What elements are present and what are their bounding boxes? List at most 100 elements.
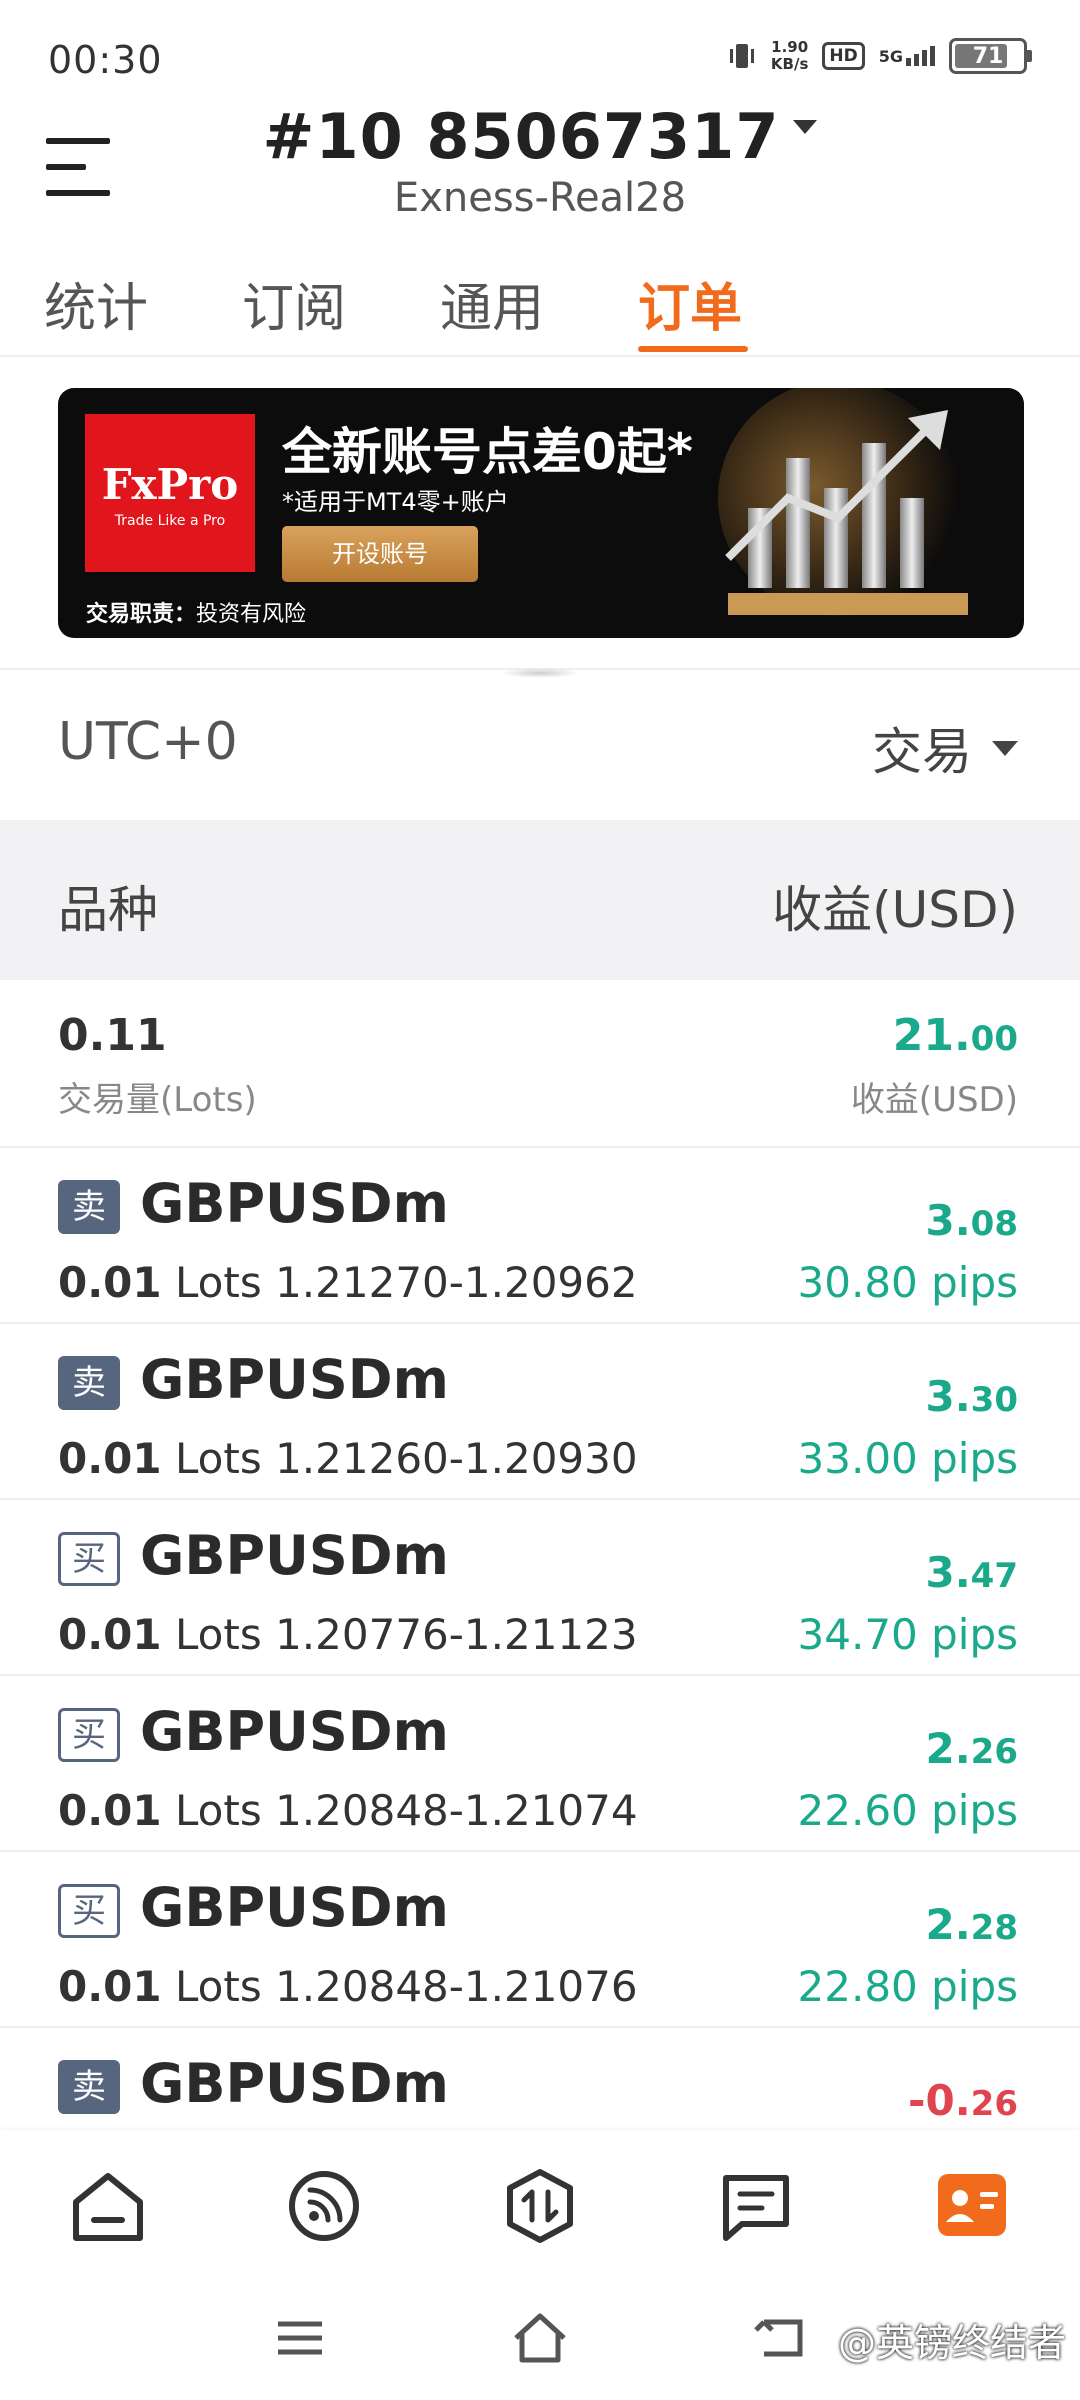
risk-text: 投资有风险 [196,602,307,627]
status-time: 00:30 [48,38,163,82]
order-profit-dec: 30 [970,1380,1018,1420]
order-profit: 2.28 [925,1900,1018,1949]
order-profit: 3.47 [925,1548,1018,1597]
buy-badge: 买 [58,1532,120,1586]
order-lots: 0.01 [58,1258,162,1307]
order-unit: Lots [175,1610,262,1659]
order-symbol: GBPUSDm [140,1348,449,1411]
order-unit: Lots [175,1962,262,2011]
order-pips: 30.80 pips [797,1258,1018,1307]
order-row[interactable]: 卖 GBPUSDm 0.01 Lots 1.21270-1.20962 3.08… [0,1148,1080,1324]
order-pips: 22.60 pips [797,1786,1018,1835]
order-symbol: GBPUSDm [140,1876,449,1939]
order-row[interactable]: 买 GBPUSDm 0.01 Lots 1.20848-1.21074 2.26… [0,1676,1080,1852]
net-speed: 1.90 KB/s [771,39,808,73]
order-details: 0.01 Lots 1.21270-1.20962 [58,1258,638,1307]
order-prices: 1.20848-1.21076 [275,1962,638,2011]
total-profit-int: 21. [892,1010,971,1061]
brand-tagline: Trade Like a Pro [114,513,226,529]
signal-icon: 5G [879,46,935,66]
order-type-dropdown[interactable]: 交易 [872,712,1018,784]
order-symbol: GBPUSDm [140,1524,449,1587]
bottom-nav [0,2130,1080,2280]
table-header: 品种 收益(USD) [0,820,1080,980]
account-server: Exness-Real28 [393,175,687,221]
net-speed-value: 1.90 [771,38,809,56]
order-profit: 3.30 [925,1372,1018,1421]
sell-badge: 卖 [58,1180,120,1234]
order-profit-dec: 26 [970,2084,1018,2124]
system-home-icon[interactable] [510,2308,570,2368]
order-pips: 22.80 pips [797,1962,1018,2011]
status-icons: 1.90 KB/s HD 5G 71 [727,38,1032,74]
order-symbol: GBPUSDm [140,2052,449,2115]
order-details: 0.01 Lots 1.21260-1.20930 [58,1434,638,1483]
profile-card-icon[interactable] [932,2166,1012,2246]
tab-general[interactable]: 通用 [440,266,544,341]
order-profit-dec: 08 [970,1204,1018,1244]
order-symbol: GBPUSDm [140,1700,449,1763]
active-tab-indicator [638,346,748,352]
order-profit-int: 2. [925,1724,971,1773]
order-lots: 0.01 [58,1610,162,1659]
dropdown-caret-icon [793,119,818,134]
brand-name: FxPro [101,460,239,509]
header-symbol: 品种 [58,881,158,939]
order-symbol: GBPUSDm [140,1172,449,1235]
total-profit-dec: 00 [970,1019,1018,1059]
order-lots: 0.01 [58,1786,162,1835]
order-row[interactable]: 卖 GBPUSDm 0.01 Lots 1.21260-1.20930 3.30… [0,1324,1080,1500]
order-prices: 1.20776-1.21123 [275,1610,638,1659]
tab-subscriptions[interactable]: 订阅 [242,266,346,341]
vibrate-icon [729,44,754,68]
account-selector[interactable]: #10 85067317 Exness-Real28 [0,100,1080,221]
order-row[interactable]: 卖 GBPUSDm -0.26 [0,2028,1080,2130]
signal-feed-icon[interactable] [284,2166,364,2246]
order-row[interactable]: 买 GBPUSDm 0.01 Lots 1.20776-1.21123 3.47… [0,1500,1080,1676]
tab-bar: 统计 订阅 通用 订单 [0,258,1080,358]
recent-apps-icon[interactable] [272,2310,328,2366]
back-icon[interactable] [750,2310,806,2366]
order-unit: Lots [175,1258,262,1307]
tabs-divider [0,355,1080,357]
order-details: 0.01 Lots 1.20776-1.21123 [58,1610,638,1659]
banner-title: 全新账号点差0起* [282,423,693,481]
promo-banner[interactable]: FxPro Trade Like a Pro 全新账号点差0起* *适用于MT4… [58,388,1024,638]
order-unit: Lots [175,1786,262,1835]
buy-badge: 买 [58,1884,120,1938]
chevron-down-icon [992,740,1018,756]
messages-icon[interactable] [716,2166,796,2246]
order-profit: 2.26 [925,1724,1018,1773]
order-profit-int: 2. [925,1900,971,1949]
sell-badge: 卖 [58,1356,120,1410]
header-profit: 收益(USD) [772,881,1018,939]
order-profit-int: -0. [908,2076,971,2125]
tab-statistics[interactable]: 统计 [44,266,148,341]
banner-subtitle: *适用于MT4零+账户 [282,488,509,516]
buy-badge: 买 [58,1708,120,1762]
order-type-value: 交易 [872,723,972,781]
home-icon[interactable] [68,2166,148,2246]
open-account-button[interactable]: 开设账号 [282,526,478,582]
timezone-label[interactable]: UTC+0 [58,712,238,772]
order-profit-dec: 26 [970,1732,1018,1772]
order-profit-dec: 47 [970,1556,1018,1596]
risk-label: 交易职责： [86,602,197,627]
trade-icon[interactable] [500,2166,580,2246]
battery-level: 71 [972,43,1004,69]
tab-orders[interactable]: 订单 [638,266,742,341]
order-profit: -0.26 [908,2076,1018,2125]
fxpro-logo: FxPro Trade Like a Pro [85,414,255,572]
order-lots: 0.01 [58,1962,162,2011]
order-lots: 0.01 [58,1434,162,1483]
order-unit: Lots [175,1434,262,1483]
order-prices: 1.21260-1.20930 [275,1434,638,1483]
battery-icon: 71 [949,38,1032,74]
order-details: 0.01 Lots 1.20848-1.21076 [58,1962,638,2011]
bar-chart-art-icon [718,388,968,616]
order-profit-dec: 28 [970,1908,1018,1948]
net-speed-unit: KB/s [770,55,809,73]
total-volume-label: 交易量(Lots) [58,1080,257,1120]
total-volume: 0.11 [58,1010,167,1061]
order-row[interactable]: 买 GBPUSDm 0.01 Lots 1.20848-1.21076 2.28… [0,1852,1080,2028]
